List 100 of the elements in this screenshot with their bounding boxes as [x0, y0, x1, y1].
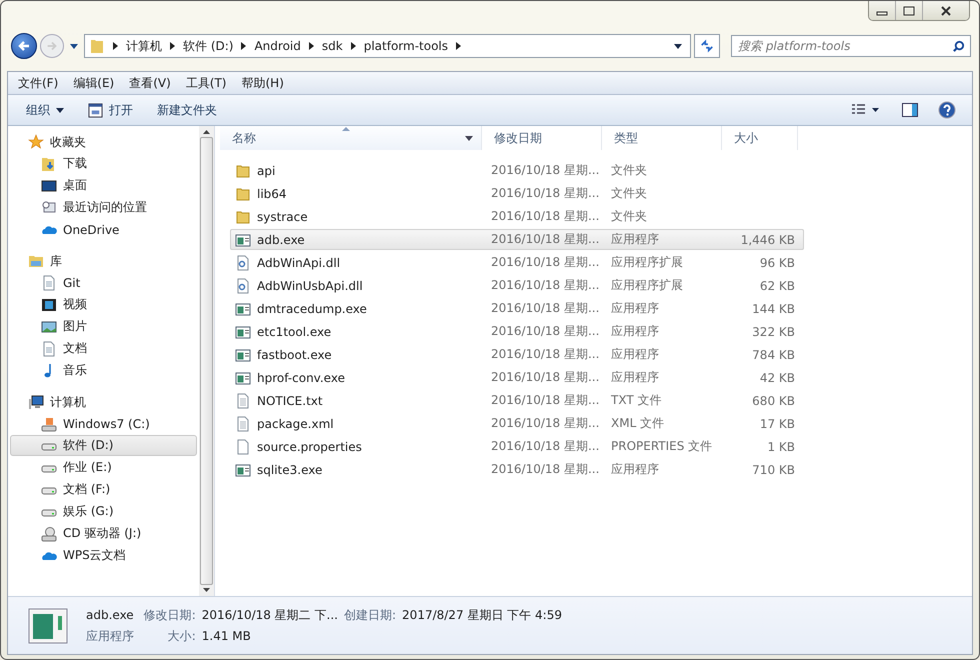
sidebar-section-header[interactable]: 收藏夹	[8, 132, 199, 152]
folder-icon	[235, 186, 251, 202]
sidebar-item[interactable]: 文档 (F:)	[10, 479, 197, 500]
file-name: adb.exe	[86, 608, 134, 622]
star-icon	[28, 134, 44, 150]
dropdown-caret-icon[interactable]	[674, 44, 682, 48]
sidebar-item[interactable]: CD 驱动器 (J:)	[10, 523, 197, 544]
scrollbar[interactable]	[199, 126, 214, 596]
sidebar-section-header[interactable]: 库	[8, 251, 199, 271]
file-name: package.xml	[257, 416, 334, 430]
type-cell-text: 应用程序	[610, 369, 660, 386]
sidebar-item[interactable]: 文档	[10, 338, 197, 359]
size-cell-text: 96 KB	[758, 256, 796, 270]
file-row[interactable]: hprof-conv.exe 2016/10/18 星期... 应用程序 42 KB	[230, 367, 804, 388]
desktop-icon	[41, 178, 57, 194]
menu-item[interactable]: 文件(F)	[18, 74, 58, 92]
column-header[interactable]: 修改日期	[482, 126, 602, 150]
file-name: etc1tool.exe	[257, 324, 332, 338]
sidebar-item[interactable]: 最近访问的位置	[10, 197, 197, 218]
organize-button[interactable]: 组织	[18, 98, 72, 122]
type-cell-text: 文件夹	[610, 208, 648, 225]
scroll-down-icon[interactable]	[203, 588, 210, 592]
file-row[interactable]: package.xml 2016/10/18 星期... XML 文件 17 KB	[230, 413, 804, 434]
chevron-icon[interactable]	[113, 42, 118, 50]
breadcrumb[interactable]: Android	[254, 39, 301, 53]
folder-icon	[89, 38, 105, 54]
file-row[interactable]: sqlite3.exe 2016/10/18 星期... 应用程序 710 KB	[230, 459, 804, 480]
file-row[interactable]: AdbWinApi.dll 2016/10/18 星期... 应用程序扩展 96 KB	[230, 252, 804, 273]
scroll-up-icon[interactable]	[203, 130, 210, 134]
preview-pane-icon	[902, 103, 918, 117]
chevron-icon[interactable]	[456, 42, 461, 50]
file-row[interactable]: systrace 2016/10/18 星期... 文件夹	[230, 206, 804, 227]
sidebar-item[interactable]: WPS云文档	[10, 545, 197, 566]
folder-icon	[235, 208, 251, 224]
file-row[interactable]: source.properties 2016/10/18 星期... PROPERTIES 文件 1 KB	[230, 436, 804, 457]
type-cell-text: 应用程序扩展	[610, 277, 684, 294]
breadcrumb[interactable]: platform-tools	[364, 39, 448, 53]
chevron-icon[interactable]	[241, 42, 246, 50]
file-row[interactable]: etc1tool.exe 2016/10/18 星期... 应用程序 322 KB	[230, 321, 804, 342]
sidebar-item[interactable]: 图片	[10, 316, 197, 337]
type-cell-text: 应用程序	[610, 323, 660, 340]
size-cell-text: 1,446 KB	[740, 232, 796, 246]
document-icon	[41, 340, 57, 356]
sidebar-item[interactable]: OneDrive	[10, 219, 197, 240]
file-name: dmtracedump.exe	[257, 302, 367, 316]
size-cell-text: 680 KB	[751, 394, 796, 408]
close-icon	[940, 6, 952, 16]
modified-value: 2016/10/18 星期二 下...	[202, 606, 338, 624]
column-header[interactable]: 类型	[602, 126, 722, 150]
sidebar-item[interactable]: Git	[10, 272, 197, 293]
menu-item[interactable]: 帮助(H)	[242, 74, 284, 92]
menu-item[interactable]: 编辑(E)	[73, 74, 114, 92]
maximize-icon	[903, 6, 915, 16]
close-button[interactable]	[923, 1, 969, 20]
document-icon	[41, 274, 57, 290]
date-cell-text: 2016/10/18 星期...	[490, 415, 600, 432]
minimize-button[interactable]	[869, 1, 896, 20]
date-cell-text: 2016/10/18 星期...	[490, 208, 600, 225]
maximize-button[interactable]	[896, 1, 923, 20]
sidebar-item[interactable]: 娱乐 (G:)	[10, 501, 197, 522]
sidebar-item[interactable]: 视频	[10, 294, 197, 315]
sidebar-item[interactable]: Windows7 (C:)	[10, 413, 197, 434]
dropdown-caret-icon[interactable]	[465, 136, 473, 141]
file-row[interactable]: lib64 2016/10/18 星期... 文件夹	[230, 183, 804, 204]
file-row[interactable]: NOTICE.txt 2016/10/18 星期... TXT 文件 680 KB	[230, 390, 804, 411]
column-header[interactable]: 大小	[722, 126, 798, 150]
text-file-icon	[235, 392, 251, 408]
chevron-icon[interactable]	[350, 42, 356, 50]
address-bar[interactable]: 计算机 软件 (D:) Android sdk platform-tools	[84, 34, 691, 58]
search-icon	[952, 40, 965, 53]
sidebar-item[interactable]: 作业 (E:)	[10, 457, 197, 478]
chevron-icon[interactable]	[308, 42, 314, 50]
help-icon	[938, 101, 956, 119]
breadcrumb[interactable]: 软件 (D:)	[183, 38, 234, 54]
back-button[interactable]	[11, 33, 37, 59]
file-row[interactable]: api 2016/10/18 星期... 文件夹	[230, 160, 804, 181]
refresh-button[interactable]	[694, 34, 720, 58]
file-name: AdbWinUsbApi.dll	[257, 278, 363, 292]
sidebar-item[interactable]: 软件 (D:)	[10, 435, 197, 456]
chevron-icon[interactable]	[170, 42, 175, 50]
column-header[interactable]: 名称	[220, 126, 482, 150]
search-field[interactable]: 搜索 platform-tools	[731, 35, 971, 57]
menu-item[interactable]: 工具(T)	[186, 74, 226, 92]
size-cell-text: 784 KB	[751, 348, 796, 362]
caret-icon[interactable]	[70, 44, 78, 48]
sidebar-item[interactable]: 音乐	[10, 360, 197, 381]
file-row[interactable]: dmtracedump.exe 2016/10/18 星期... 应用程序 144 KB	[230, 298, 804, 319]
type-cell-text: 应用程序	[610, 231, 660, 248]
date-cell-text: 2016/10/18 星期...	[490, 277, 600, 294]
new-folder-button[interactable]: 新建文件夹	[149, 98, 225, 122]
breadcrumb[interactable]: sdk	[322, 39, 343, 53]
sidebar-item[interactable]: 桌面	[10, 175, 197, 196]
file-row[interactable]: adb.exe 2016/10/18 星期... 应用程序 1,446 KB	[230, 229, 804, 250]
sidebar-section-header[interactable]: 计算机	[8, 392, 199, 412]
sidebar-item[interactable]: 下载	[10, 153, 197, 174]
file-row[interactable]: AdbWinUsbApi.dll 2016/10/18 星期... 应用程序扩展 62 KB	[230, 275, 804, 296]
open-button[interactable]: 打开	[80, 98, 141, 122]
menu-item[interactable]: 查看(V)	[129, 74, 171, 92]
breadcrumb[interactable]: 计算机	[126, 38, 162, 54]
file-row[interactable]: fastboot.exe 2016/10/18 星期... 应用程序 784 KB	[230, 344, 804, 365]
